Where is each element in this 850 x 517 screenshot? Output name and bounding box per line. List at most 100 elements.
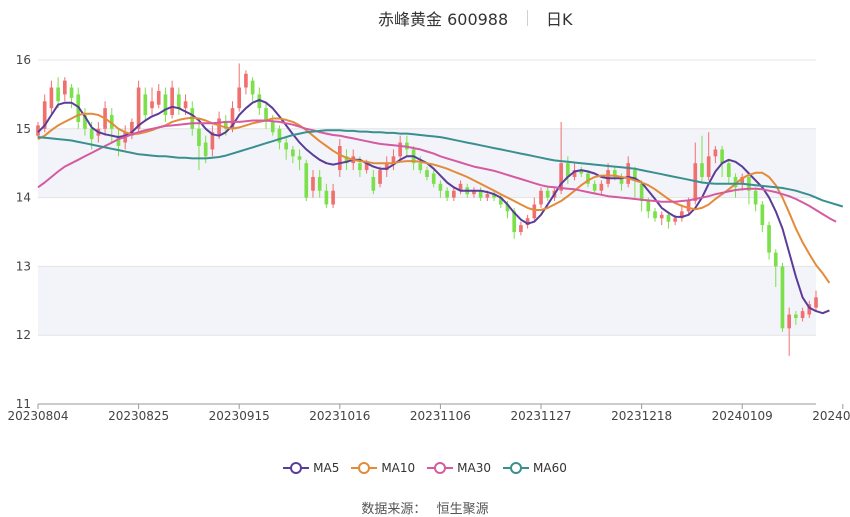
legend: MA5 MA10 MA30 MA60 [0, 458, 850, 478]
candle-body [794, 314, 798, 318]
data-source-label: 数据来源： [361, 502, 427, 517]
candle-body [666, 214, 671, 222]
plot-band [38, 266, 816, 336]
legend-marker-dot [358, 462, 371, 474]
candle [753, 187, 758, 212]
candle-body [760, 204, 765, 226]
candle-body [317, 176, 322, 191]
candle [177, 87, 181, 116]
candle-body [203, 142, 208, 157]
candle-body [626, 163, 631, 184]
candle-body [606, 170, 610, 184]
x-axis: 20230804 20230825 20230915 20231016 20231106… [7, 403, 850, 423]
candle-body [156, 90, 161, 105]
grid-lines [38, 59, 816, 405]
legend-marker-dot [434, 462, 447, 474]
candle [62, 77, 67, 102]
candle-body [713, 149, 718, 157]
x-tick-label: 20231218 [611, 409, 672, 423]
candle-body [398, 142, 403, 157]
candle-body [297, 156, 302, 160]
candle-body [800, 311, 805, 318]
candle-body [311, 176, 315, 191]
candle-body [358, 163, 362, 171]
legend-marker-icon [503, 462, 530, 474]
candle [143, 87, 148, 122]
candle-body [438, 183, 443, 191]
candle-body [337, 146, 342, 171]
x-tick-label: 20231106 [410, 409, 471, 423]
candle-body [519, 225, 523, 232]
candle-body [700, 163, 704, 177]
x-tick-label: 20230825 [108, 409, 169, 423]
legend-label: MA10 [381, 461, 416, 475]
candle-body [753, 190, 758, 205]
candle-body [331, 190, 335, 205]
candle [170, 80, 174, 119]
candle-body [244, 73, 248, 88]
candle-body [814, 297, 818, 308]
candle-body [485, 194, 490, 198]
candle-body [720, 149, 724, 164]
legend-marker-dot [510, 462, 523, 474]
candle-body [780, 266, 785, 329]
candle-body [639, 183, 644, 202]
candle-body [599, 183, 604, 191]
candle-body [250, 80, 255, 95]
candle-body [143, 94, 148, 116]
x-tick-label: 20230804 [7, 409, 68, 423]
legend-item-ma10[interactable]: MA10 [351, 458, 415, 478]
candle-body [150, 101, 154, 109]
candle-body [291, 149, 295, 157]
candle-body [445, 190, 449, 198]
candle-body [653, 211, 657, 219]
data-source-name: 恒生聚源 [436, 502, 489, 517]
chart-canvas: 111213141516 20230804 20230825 20230915 202… [7, 53, 850, 423]
candle-body [706, 156, 711, 177]
candle-body [673, 218, 677, 222]
candle [250, 77, 255, 102]
candle-body [431, 173, 436, 184]
candle-body [284, 142, 288, 150]
candle-body [767, 225, 771, 253]
legend-label: MA30 [457, 461, 492, 475]
candle [156, 84, 161, 109]
candle [519, 221, 523, 236]
candle-body [324, 190, 329, 205]
legend-marker-icon [283, 462, 310, 474]
candle-body [49, 87, 54, 109]
candle-body [69, 87, 74, 98]
candle-body [425, 170, 429, 177]
candle-body [787, 314, 792, 329]
legend-item-ma60[interactable]: MA60 [503, 458, 567, 478]
candle [767, 221, 771, 260]
candle [780, 262, 785, 332]
candle [244, 70, 248, 95]
y-tick-label: 14 [16, 191, 31, 205]
candle-body [270, 121, 275, 133]
candle-body [539, 190, 543, 205]
candle [304, 159, 309, 202]
candle-body [773, 252, 778, 267]
candle [150, 87, 154, 116]
candle-body [418, 163, 423, 171]
candle [760, 201, 765, 232]
legend-marker-icon [427, 462, 454, 474]
candle-body [197, 128, 201, 146]
candle-body [451, 190, 456, 198]
candle [653, 207, 657, 222]
y-tick-label: 15 [16, 122, 31, 136]
legend-item-ma30[interactable]: MA30 [427, 458, 491, 478]
candle-body [177, 94, 181, 109]
candle-body [686, 201, 691, 212]
y-tick-label: 12 [16, 328, 31, 342]
candle-body [56, 87, 60, 102]
candle-body [170, 87, 174, 116]
candle-body [89, 128, 94, 140]
legend-item-ma5[interactable]: MA5 [283, 458, 339, 478]
candle-body [237, 87, 242, 109]
candle [659, 211, 664, 226]
candle-body [545, 190, 550, 198]
data-source: 数据来源： 恒生聚源 [0, 498, 850, 517]
candle [163, 87, 168, 122]
